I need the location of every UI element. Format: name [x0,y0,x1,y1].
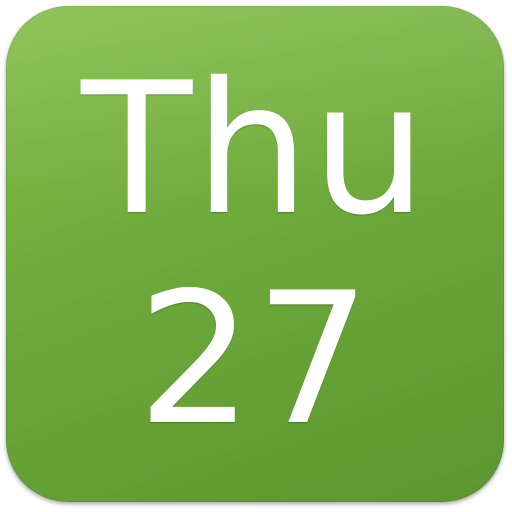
calendar-icon[interactable]: Thu 27 [6,6,504,502]
day-of-week-label: Thu [81,43,429,255]
day-of-month-label: 27 [137,253,373,465]
